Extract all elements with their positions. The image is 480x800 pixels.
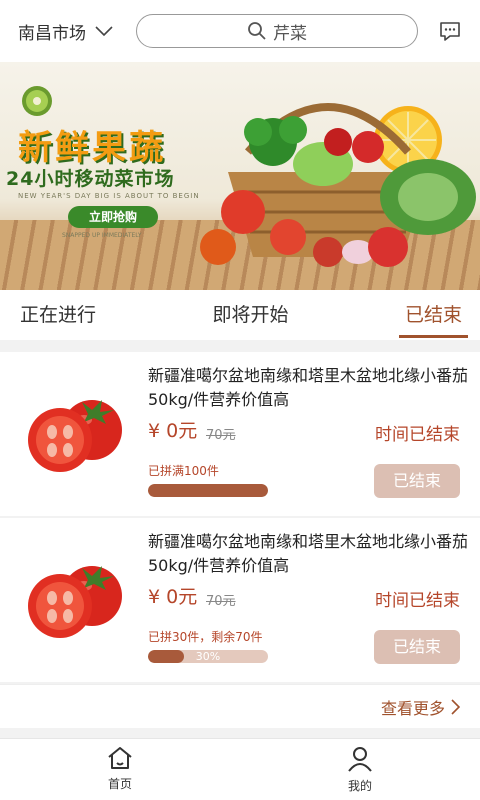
tab-ongoing[interactable]: 正在进行 [20,290,96,340]
product-name: 新疆准噶尔盆地南缘和塔里木盆地北缘小番茄50kg/件营养价值高 [148,366,469,409]
chevron-down-icon [95,26,113,37]
time-status: 时间已结束 [375,591,460,611]
search-input[interactable]: 芹菜 [136,14,418,48]
product-card[interactable]: 新疆准噶尔盆地南缘和塔里木盆地北缘小番茄50kg/件营养价值高 ¥ 0元 70元… [0,352,480,516]
sold-count: 已拼30件，剩余70件 [148,630,263,644]
bottom-navigation: 首页 我的 [0,738,480,800]
nav-home[interactable]: 首页 [80,745,160,792]
tomato-image [28,566,122,638]
nav-profile-label: 我的 [347,779,372,793]
progress-bar [148,484,268,497]
city-label: 南昌市场 [18,23,86,44]
product-price: ¥ 0元 [148,586,198,608]
vegetable-basket-image [200,103,476,267]
product-name: 新疆准噶尔盆地南缘和塔里木盆地北缘小番茄50kg/件营养价值高 [148,532,469,575]
see-more-row: 查看更多 [0,684,480,728]
time-status: 时间已结束 [375,425,460,445]
tab-ended[interactable]: 已结束 [398,290,469,340]
home-icon [108,747,132,769]
product-original-price: 70元 [206,594,236,609]
sold-count: 已拼满100件 [148,464,219,478]
ended-button[interactable]: 已结束 [374,464,460,498]
promo-banner[interactable]: 新鲜果蔬 24小时移动菜市场 NEW YEAR'S DAY BIG IS ABO… [0,62,480,290]
nav-home-label: 首页 [107,777,132,791]
ended-button[interactable]: 已结束 [374,630,460,664]
chevron-right-icon [451,699,460,715]
user-icon [348,747,372,772]
see-more-link[interactable]: 查看更多 [381,695,460,719]
nav-profile[interactable]: 我的 [320,745,400,794]
tomato-image [28,400,122,472]
progress-bar: 30% [148,650,268,663]
banner-title: 新鲜果蔬 [18,128,166,168]
product-original-price: 70元 [206,428,236,443]
kiwi-icon [22,86,52,116]
search-value: 芹菜 [273,23,307,44]
search-icon [248,22,266,40]
banner-cta-button[interactable]: 立即抢购 [68,206,158,228]
product-card[interactable]: 新疆准噶尔盆地南缘和塔里木盆地北缘小番茄50kg/件营养价值高 ¥ 0元 70元… [0,518,480,682]
product-price: ¥ 0元 [148,420,198,442]
banner-subtitle: 24小时移动菜市场 [6,168,175,190]
progress-label: 30% [195,650,221,663]
tab-upcoming[interactable]: 即将开始 [212,290,288,340]
status-tabs: 正在进行 即将开始 已结束 [0,290,480,340]
banner-english-line: NEW YEAR'S DAY BIG IS ABOUT TO BEGIN [18,192,200,200]
city-selector[interactable]: 南昌市场 [18,19,114,44]
message-icon[interactable] [438,19,462,43]
top-header: 南昌市场 芹菜 [0,0,480,62]
see-more-label: 查看更多 [380,699,445,718]
banner-english-line-2: SNAPPED UP IMMEDIATELY [62,232,142,239]
progress-fill [148,484,268,497]
